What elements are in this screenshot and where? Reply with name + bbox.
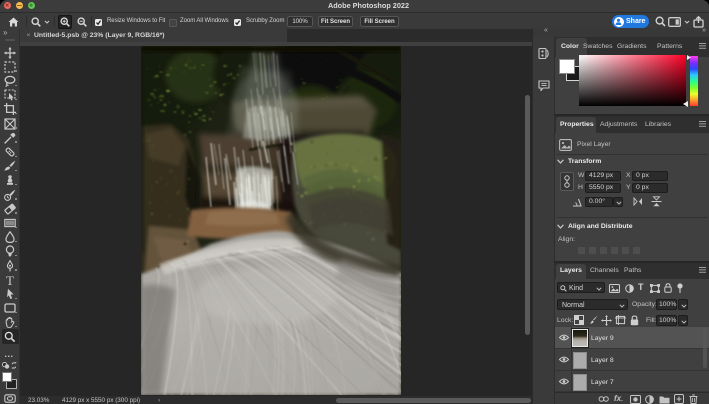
svg-text:T: T xyxy=(6,274,14,286)
